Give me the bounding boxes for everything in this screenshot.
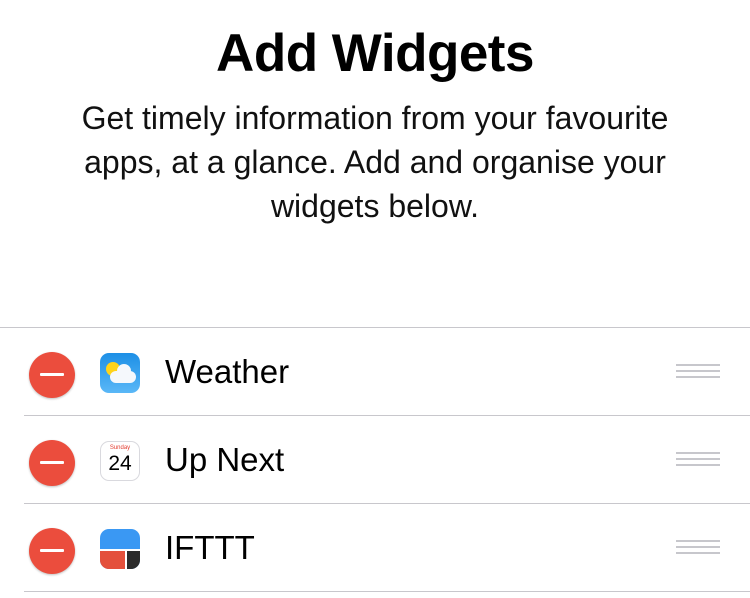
widget-row-weather[interactable]: Weather [0,328,750,416]
widget-label: Up Next [165,441,285,478]
reorder-handle-icon[interactable] [676,540,720,556]
widgets-header: Add Widgets Get timely information from … [0,0,750,328]
remove-ifttt-button[interactable] [29,528,75,574]
remove-weather-button[interactable] [29,352,75,398]
widget-list: Weather Sunday 24 Up Next IFTTT [0,327,750,592]
weather-app-icon [100,353,140,393]
remove-up-next-button[interactable] [29,440,75,486]
cloud-base-icon [110,371,136,383]
calendar-date-label: 24 [108,452,132,475]
calendar-app-icon: Sunday 24 [100,441,140,481]
row-separator [24,591,750,592]
page-title: Add Widgets [216,24,534,83]
reorder-handle-icon[interactable] [676,452,720,468]
widget-row-up-next[interactable]: Sunday 24 Up Next [0,416,750,504]
calendar-day-label: Sunday [109,445,131,451]
minus-icon [40,373,64,376]
widget-label: IFTTT [165,529,255,566]
ifttt-app-icon [100,529,140,569]
page-subtitle: Get timely information from your favouri… [81,100,669,224]
widget-label: Weather [165,353,290,390]
reorder-handle-icon[interactable] [676,364,720,380]
widget-row-ifttt[interactable]: IFTTT [0,504,750,592]
minus-icon [40,549,64,552]
minus-icon [40,461,64,464]
